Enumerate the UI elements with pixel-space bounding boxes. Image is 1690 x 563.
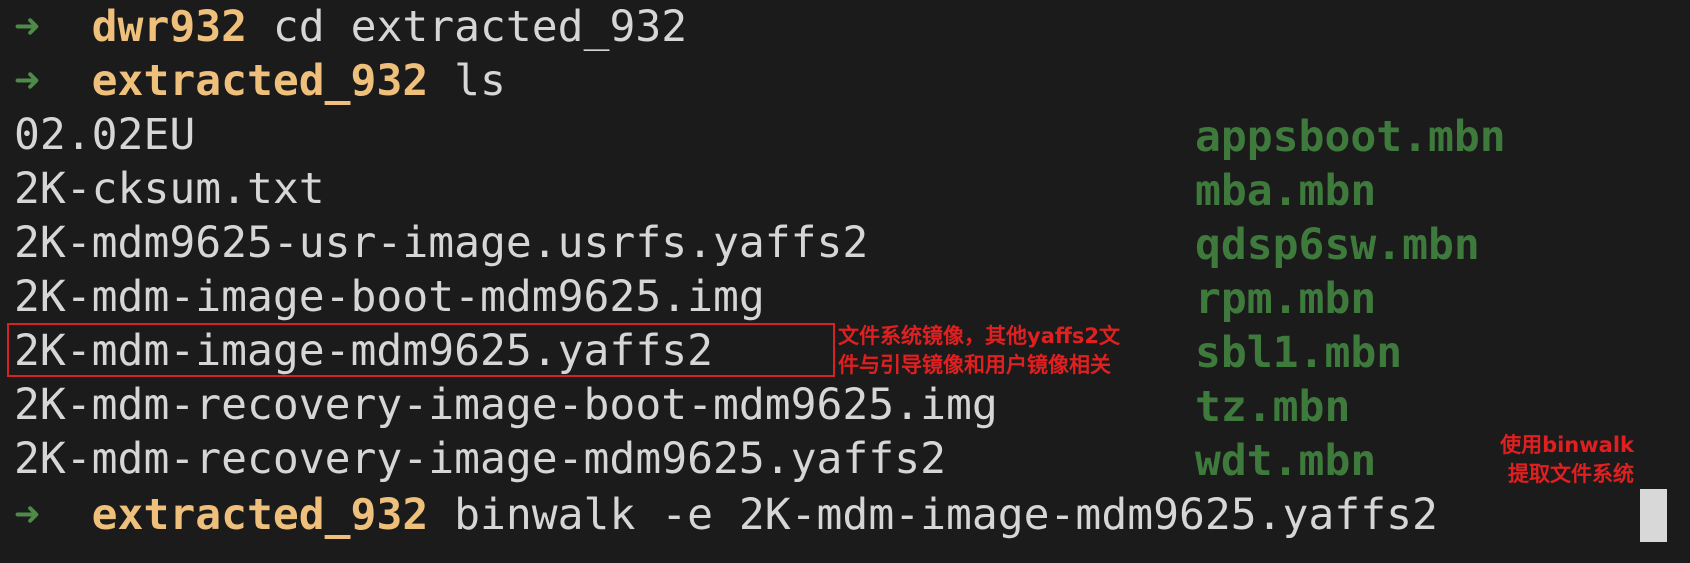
- mbn-file-entry: rpm.mbn: [1195, 274, 1377, 324]
- command-text: ls: [454, 56, 506, 106]
- file-entry: 2K-mdm-image-boot-mdm9625.img: [14, 272, 765, 322]
- mbn-file-entry: appsboot.mbn: [1195, 112, 1506, 162]
- prompt-arrow-icon: ➜: [14, 490, 40, 540]
- mbn-file-entry: sbl1.mbn: [1195, 328, 1403, 378]
- terminal-cursor: [1640, 489, 1667, 542]
- annotation-line: 使用binwalk: [1500, 433, 1634, 457]
- prompt-directory: extracted_932: [91, 56, 429, 106]
- file-entry: 2K-cksum.txt: [14, 164, 325, 214]
- prompt-directory: extracted_932: [91, 490, 429, 540]
- command-text: cd extracted_932: [272, 2, 688, 52]
- file-entry: 2K-mdm9625-usr-image.usrfs.yaffs2: [14, 218, 869, 268]
- mbn-file-entry: mba.mbn: [1195, 166, 1377, 216]
- file-entry: 02.02EU: [14, 110, 196, 160]
- filesystem-annotation: 文件系统镜像，其他yaffs2文 件与引导镜像和用户镜像相关: [838, 322, 1120, 380]
- mbn-file-entry: qdsp6sw.mbn: [1195, 220, 1480, 270]
- mbn-file-entry: wdt.mbn: [1195, 436, 1377, 486]
- prompt-arrow-icon: ➜: [14, 56, 40, 106]
- prompt-line-1: ➜ dwr932 cd extracted_932: [14, 0, 687, 54]
- prompt-directory: dwr932: [91, 2, 248, 52]
- highlight-box: [7, 323, 835, 377]
- prompt-line-2: ➜ extracted_932 ls: [14, 54, 506, 108]
- file-entry: 2K-mdm-recovery-image-mdm9625.yaffs2: [14, 434, 946, 484]
- command-input[interactable]: binwalk -e 2K-mdm-image-mdm9625.yaffs2: [454, 490, 1438, 540]
- binwalk-annotation: 使用binwalk 提取文件系统: [1500, 431, 1634, 489]
- annotation-line: 件与引导镜像和用户镜像相关: [838, 353, 1111, 377]
- annotation-line: 提取文件系统: [1508, 462, 1634, 486]
- annotation-line: 文件系统镜像，其他yaffs2文: [838, 324, 1120, 348]
- prompt-arrow-icon: ➜: [14, 2, 40, 52]
- prompt-line-final: ➜ extracted_932 binwalk -e 2K-mdm-image-…: [14, 488, 1438, 542]
- file-entry: 2K-mdm-recovery-image-boot-mdm9625.img: [14, 380, 998, 430]
- mbn-file-entry: tz.mbn: [1195, 382, 1351, 432]
- terminal-window[interactable]: ➜ dwr932 cd extracted_932 ➜ extracted_93…: [0, 0, 1690, 563]
